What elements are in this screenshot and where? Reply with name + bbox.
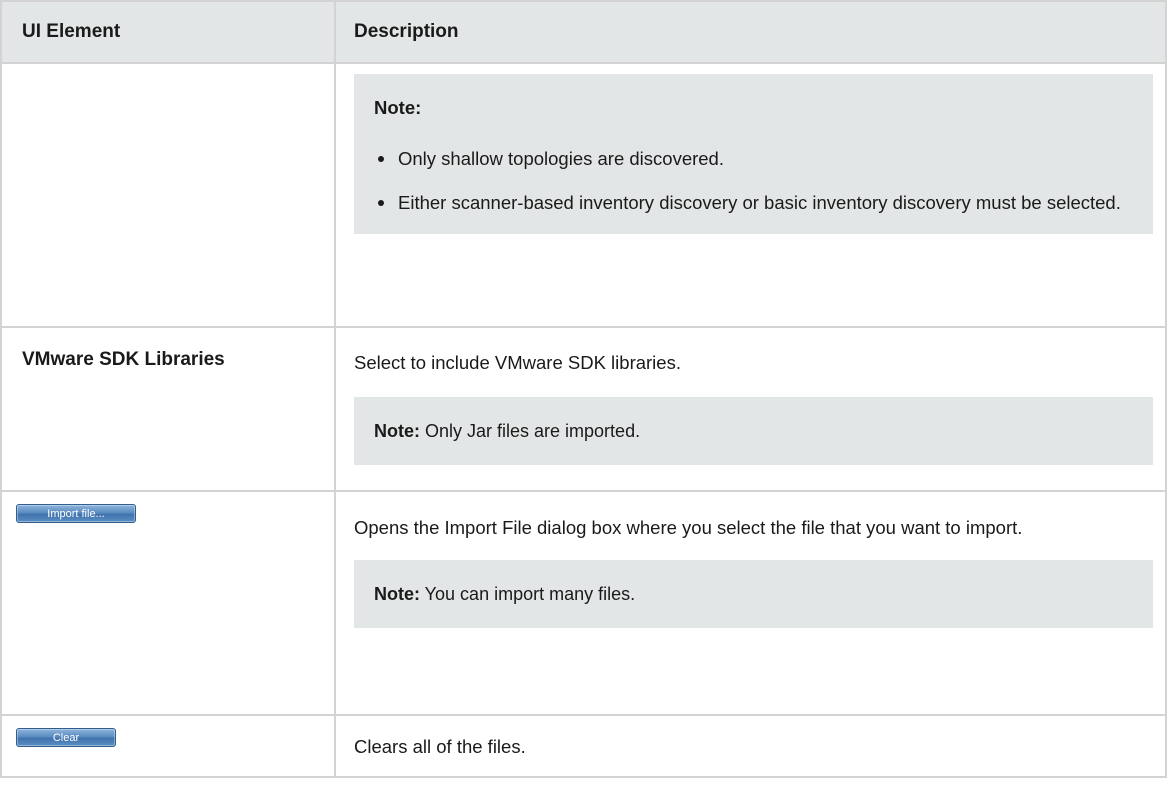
element-label: VMware SDK Libraries xyxy=(22,349,225,370)
description-cell: Select to include VMware SDK libraries. … xyxy=(334,326,1167,492)
header-ui-element: UI Element xyxy=(0,0,336,64)
note-list-item: Either scanner-based inventory discovery… xyxy=(374,186,1153,220)
header-description: Description xyxy=(334,0,1167,64)
note-box: Note: You can import many files. xyxy=(354,560,1153,628)
note-heading: Note: xyxy=(374,97,422,118)
note-box: Note: Only Jar files are imported. xyxy=(354,397,1153,465)
table-row: Import file... Opens the Import File dia… xyxy=(0,490,1167,716)
description-text: Clears all of the files. xyxy=(354,736,526,757)
element-cell: VMware SDK Libraries xyxy=(0,326,336,492)
table-row: Clear Clears all of the files. xyxy=(0,714,1167,778)
note-box: Note: Only shallow topologies are discov… xyxy=(354,74,1153,234)
element-cell: Clear xyxy=(0,714,336,778)
note-text: You can import many files. xyxy=(420,584,636,604)
description-cell: Clears all of the files. xyxy=(334,714,1167,778)
bullet-icon xyxy=(378,200,384,206)
note-label: Note: xyxy=(374,421,420,441)
note-list-item-text: Only shallow topologies are discovered. xyxy=(398,148,724,169)
element-cell: Import file... xyxy=(0,490,336,716)
description-cell: Opens the Import File dialog box where y… xyxy=(334,490,1167,716)
note-label: Note: xyxy=(374,584,420,604)
description-text: Opens the Import File dialog box where y… xyxy=(354,517,1023,538)
note-text: Only Jar files are imported. xyxy=(420,421,641,441)
table-row: VMware SDK Libraries Select to include V… xyxy=(0,326,1167,492)
table-row: Note: Only shallow topologies are discov… xyxy=(0,62,1167,328)
table-header-row: UI Element Description xyxy=(0,0,1167,64)
description-cell: Note: Only shallow topologies are discov… xyxy=(334,62,1167,328)
note-list-item-text: Either scanner-based inventory discovery… xyxy=(398,192,1121,213)
note-list-item: Only shallow topologies are discovered. xyxy=(374,142,1153,176)
description-text: Select to include VMware SDK libraries. xyxy=(354,352,681,373)
import-file-button[interactable]: Import file... xyxy=(16,504,136,523)
bullet-icon xyxy=(378,156,384,162)
ui-element-table: UI Element Description Note: Only shallo… xyxy=(0,0,1167,778)
element-cell xyxy=(0,62,336,328)
clear-button[interactable]: Clear xyxy=(16,728,116,747)
note-list: Only shallow topologies are discovered. … xyxy=(374,142,1153,220)
